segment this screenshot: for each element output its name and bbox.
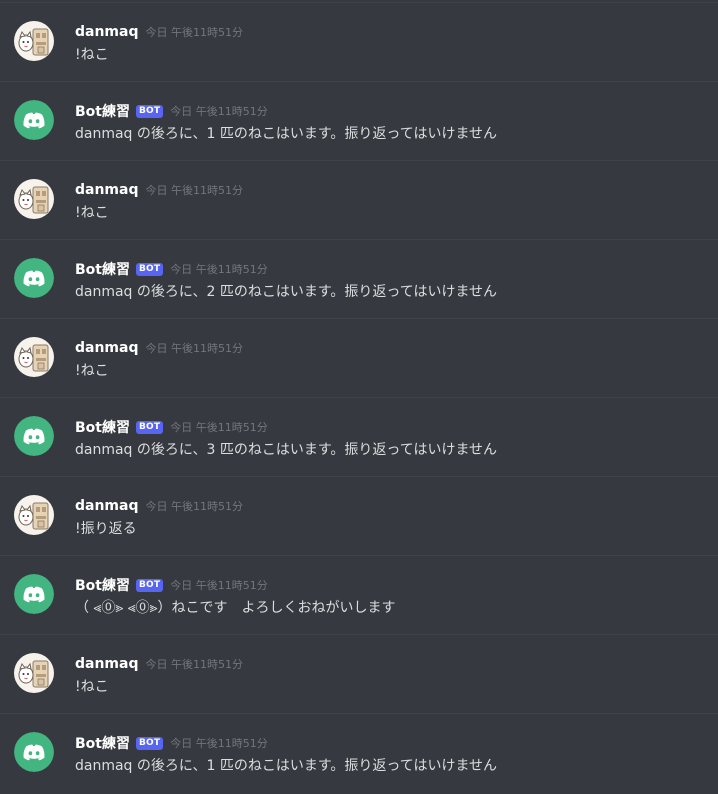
- avatar[interactable]: [14, 337, 54, 377]
- message-content: !ねこ: [75, 679, 109, 695]
- discord-logo-icon: [14, 574, 54, 614]
- username[interactable]: Bot練習: [75, 575, 130, 595]
- message-header: Bot練習 BOT 今日 午後11時51分: [75, 259, 268, 279]
- message-item[interactable]: danmaq 今日 午後11時51分 !ねこ: [0, 318, 718, 397]
- avatar[interactable]: [14, 258, 54, 298]
- message-content: !ねこ: [75, 363, 109, 379]
- message-header: Bot練習 BOT 今日 午後11時51分: [75, 733, 268, 753]
- timestamp: 今日 午後11時51分: [170, 579, 268, 592]
- cat-sketch-avatar-icon: [14, 337, 54, 377]
- username[interactable]: Bot練習: [75, 733, 130, 753]
- username[interactable]: danmaq: [75, 656, 139, 672]
- avatar[interactable]: [14, 732, 54, 772]
- avatar[interactable]: [14, 574, 54, 614]
- bot-badge: BOT: [135, 578, 164, 592]
- message-header: danmaq 今日 午後11時51分: [75, 338, 243, 358]
- bot-badge: BOT: [135, 420, 164, 434]
- timestamp: 今日 午後11時51分: [170, 263, 268, 276]
- username[interactable]: Bot練習: [75, 259, 130, 279]
- cat-sketch-avatar-icon: [14, 495, 54, 535]
- timestamp: 今日 午後11時51分: [145, 500, 244, 513]
- timestamp: 今日 午後11時51分: [145, 184, 244, 197]
- message-item[interactable]: Bot練習 BOT 今日 午後11時51分 danmaq の後ろに、3 匹のねこはいま…: [0, 397, 718, 476]
- avatar[interactable]: [14, 653, 54, 693]
- message-item[interactable]: danmaq 今日 午後11時51分 !ねこ: [0, 160, 718, 239]
- cat-sketch-avatar-icon: [14, 21, 54, 61]
- timestamp: 今日 午後11時51分: [170, 421, 268, 434]
- avatar[interactable]: [14, 495, 54, 535]
- username[interactable]: danmaq: [75, 182, 139, 198]
- message-item[interactable]: Bot練習 BOT 今日 午後11時51分 （ ⪡⓪⪢ ⪡⓪⪢）ねこです よろしくおね…: [0, 555, 718, 634]
- avatar[interactable]: [14, 100, 54, 140]
- discord-logo-icon: [14, 258, 54, 298]
- username[interactable]: danmaq: [75, 498, 139, 514]
- timestamp: 今日 午後11時51分: [170, 737, 268, 750]
- discord-logo-icon: [14, 416, 54, 456]
- message-content: !ねこ: [75, 205, 109, 221]
- message-header: danmaq 今日 午後11時51分: [75, 496, 243, 516]
- timestamp: 今日 午後11時51分: [145, 342, 244, 355]
- message-list: danmaq 今日 午後11時51分 !ねこ Bot練習 BOT 今日 午後11時51分…: [0, 0, 718, 794]
- message-item[interactable]: danmaq 今日 午後11時51分 !ねこ: [0, 634, 718, 713]
- username[interactable]: danmaq: [75, 24, 139, 40]
- timestamp: 今日 午後11時51分: [145, 658, 244, 671]
- message-item[interactable]: Bot練習 BOT 今日 午後11時51分 danmaq の後ろに、2 匹のねこはいま…: [0, 239, 718, 318]
- message-content: danmaq の後ろに、3 匹のねこはいます。振り返ってはいけません: [75, 442, 498, 458]
- message-content: danmaq の後ろに、1 匹のねこはいます。振り返ってはいけません: [75, 758, 498, 774]
- username[interactable]: Bot練習: [75, 101, 130, 121]
- timestamp: 今日 午後11時51分: [145, 26, 244, 39]
- message-content: （ ⪡⓪⪢ ⪡⓪⪢）ねこです よろしくおねがいします: [75, 600, 396, 616]
- discord-logo-icon: [14, 732, 54, 772]
- timestamp: 今日 午後11時51分: [170, 105, 268, 118]
- message-header: danmaq 今日 午後11時51分: [75, 22, 243, 42]
- username[interactable]: Bot練習: [75, 417, 130, 437]
- message-header: danmaq 今日 午後11時51分: [75, 180, 243, 200]
- message-header: Bot練習 BOT 今日 午後11時51分: [75, 101, 268, 121]
- bot-badge: BOT: [135, 262, 164, 276]
- message-content: !ねこ: [75, 47, 109, 63]
- message-item[interactable]: Bot練習 BOT 今日 午後11時51分 danmaq の後ろに、1 匹のねこはいま…: [0, 713, 718, 792]
- message-header: danmaq 今日 午後11時51分: [75, 654, 243, 674]
- message-header: Bot練習 BOT 今日 午後11時51分: [75, 575, 268, 595]
- message-header: Bot練習 BOT 今日 午後11時51分: [75, 417, 268, 437]
- bot-badge: BOT: [135, 104, 164, 118]
- discord-logo-icon: [14, 100, 54, 140]
- cat-sketch-avatar-icon: [14, 179, 54, 219]
- bot-badge: BOT: [135, 736, 164, 750]
- avatar[interactable]: [14, 179, 54, 219]
- cat-sketch-avatar-icon: [14, 653, 54, 693]
- message-item[interactable]: Bot練習 BOT 今日 午後11時51分 danmaq の後ろに、1 匹のねこはいま…: [0, 81, 718, 160]
- message-item[interactable]: danmaq 今日 午後11時51分 !振り返る: [0, 476, 718, 555]
- message-content: danmaq の後ろに、2 匹のねこはいます。振り返ってはいけません: [75, 284, 498, 300]
- avatar[interactable]: [14, 416, 54, 456]
- message-content: !振り返る: [75, 521, 137, 537]
- avatar[interactable]: [14, 21, 54, 61]
- message-item[interactable]: danmaq 今日 午後11時51分 !ねこ: [0, 2, 718, 81]
- username[interactable]: danmaq: [75, 340, 139, 356]
- message-content: danmaq の後ろに、1 匹のねこはいます。振り返ってはいけません: [75, 126, 498, 142]
